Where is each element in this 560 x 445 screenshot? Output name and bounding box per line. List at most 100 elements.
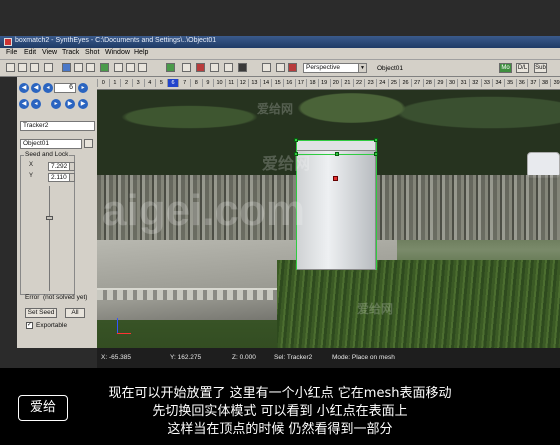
frame-tick[interactable]: 24: [376, 79, 388, 87]
coord-icon[interactable]: [126, 63, 135, 72]
first-frame-icon[interactable]: ◀: [19, 83, 29, 93]
prev-frame-icon[interactable]: ◂: [43, 83, 53, 93]
spinner-icon[interactable]: [69, 163, 74, 170]
frame-tick[interactable]: 14: [259, 79, 272, 87]
mode-button-mo[interactable]: Mo: [499, 63, 512, 73]
open-icon[interactable]: [18, 63, 27, 72]
move-icon[interactable]: [166, 63, 175, 72]
frame-tick[interactable]: 18: [306, 79, 318, 87]
mesh-vertex[interactable]: [374, 138, 378, 142]
frame-tick[interactable]: 3: [131, 79, 144, 87]
spinner-icon[interactable]: [69, 174, 74, 181]
frame-tick[interactable]: 6: [166, 79, 179, 87]
tracker-point[interactable]: [333, 176, 338, 181]
seed-x-input[interactable]: 7.292: [48, 162, 75, 171]
menu-edit[interactable]: Edit: [24, 49, 36, 56]
frame-tick[interactable]: 35: [503, 79, 516, 87]
scale-icon[interactable]: [224, 63, 233, 72]
menu-window[interactable]: Window: [105, 49, 130, 56]
object-picker-icon[interactable]: [84, 139, 93, 148]
frame-tick[interactable]: 2: [120, 79, 132, 87]
frame-tick[interactable]: 23: [364, 79, 376, 87]
lock-icon[interactable]: [238, 63, 247, 72]
frame-tick[interactable]: 5: [155, 79, 167, 87]
cut-icon[interactable]: [74, 63, 83, 72]
mode-button-dl[interactable]: D/L: [516, 63, 529, 73]
all-button[interactable]: All: [65, 308, 85, 318]
frame-tick[interactable]: 37: [527, 79, 539, 87]
new-icon[interactable]: [6, 63, 15, 72]
frame-tick[interactable]: 7: [178, 79, 190, 87]
tracker-name-input[interactable]: Tracker2: [20, 121, 95, 131]
frame-tick[interactable]: 39: [550, 79, 560, 87]
frame-tick[interactable]: 16: [283, 79, 295, 87]
forward-key-icon[interactable]: ▸: [51, 99, 61, 109]
mesh-vertex[interactable]: [335, 152, 339, 156]
rotate-icon[interactable]: [182, 63, 191, 72]
frame-tick[interactable]: 17: [294, 79, 307, 87]
frame-tick[interactable]: 13: [248, 79, 260, 87]
frame-tick[interactable]: 11: [224, 79, 237, 87]
seed-slider-track[interactable]: [49, 186, 50, 291]
save-icon[interactable]: [30, 63, 39, 72]
frame-tick[interactable]: 10: [213, 79, 225, 87]
frame-tick[interactable]: 21: [341, 79, 353, 87]
seed-y-input[interactable]: 2.110: [48, 173, 75, 182]
frame-tick[interactable]: 9: [201, 79, 214, 87]
play-icon[interactable]: ▶: [65, 99, 75, 109]
frame-tick[interactable]: 0: [97, 79, 109, 87]
track-icon[interactable]: [100, 63, 109, 72]
next-frame-icon[interactable]: ▸: [78, 83, 88, 93]
perspective-viewport[interactable]: 爱给网 爱给网 aigei.com 爱给网: [97, 90, 560, 348]
frame-number-input[interactable]: 6: [54, 83, 76, 93]
mesh-icon[interactable]: [138, 63, 147, 72]
seed-slider-handle[interactable]: [46, 216, 53, 220]
frame-tick[interactable]: 31: [457, 79, 469, 87]
frame-tick[interactable]: 28: [422, 79, 435, 87]
arrow-right-icon[interactable]: [262, 63, 271, 72]
play-back-icon[interactable]: ◀: [19, 99, 29, 109]
set-seed-button[interactable]: Set Seed: [25, 308, 57, 318]
frame-tick[interactable]: 32: [469, 79, 481, 87]
undo-icon[interactable]: [44, 63, 53, 72]
zoom-icon[interactable]: [86, 63, 95, 72]
frame-tick[interactable]: 29: [434, 79, 446, 87]
last-frame-icon[interactable]: ▶: [78, 99, 88, 109]
lasso-icon[interactable]: [210, 63, 219, 72]
mesh-vertex[interactable]: [374, 152, 378, 156]
stop-icon[interactable]: [288, 63, 297, 72]
menu-file[interactable]: File: [6, 49, 17, 56]
frame-tick[interactable]: 25: [387, 79, 400, 87]
frame-tick[interactable]: 27: [410, 79, 423, 87]
frame-tick[interactable]: 8: [190, 79, 202, 87]
mesh-vertex[interactable]: [294, 138, 298, 142]
back-key-icon[interactable]: ◂: [31, 99, 41, 109]
frame-tick[interactable]: 33: [480, 79, 493, 87]
frame-tick[interactable]: 36: [515, 79, 528, 87]
frame-tick[interactable]: 20: [329, 79, 342, 87]
frame-tick[interactable]: 38: [538, 79, 551, 87]
solve-icon[interactable]: [114, 63, 123, 72]
menu-track[interactable]: Track: [62, 49, 79, 56]
frame-tick[interactable]: 15: [271, 79, 283, 87]
frame-tick[interactable]: 4: [143, 79, 156, 87]
frame-ruler[interactable]: 0 1 2 3 4 5 6 7 8 9 10 11 12 13 14 15 16 17 18 19 20 21 22 23 24…: [97, 77, 560, 90]
frame-tick[interactable]: 1: [108, 79, 121, 87]
record-icon[interactable]: [196, 63, 205, 72]
mode-button-sub[interactable]: Sub: [534, 63, 547, 73]
frame-tick[interactable]: 26: [399, 79, 411, 87]
frame-tick[interactable]: 19: [317, 79, 330, 87]
marker-icon[interactable]: [276, 63, 285, 72]
menu-shot[interactable]: Shot: [85, 49, 99, 56]
view-select[interactable]: Perspective ▼: [303, 63, 367, 73]
frame-tick[interactable]: 30: [445, 79, 458, 87]
object-select[interactable]: Object01: [20, 139, 82, 149]
frame-tick[interactable]: 34: [492, 79, 504, 87]
prev-key-icon[interactable]: ◀: [31, 83, 41, 93]
frame-tick[interactable]: 22: [352, 79, 365, 87]
camera-icon[interactable]: [62, 63, 71, 72]
menu-view[interactable]: View: [42, 49, 57, 56]
exportable-checkbox[interactable]: ✓: [26, 322, 33, 329]
menu-help[interactable]: Help: [134, 49, 148, 56]
frame-tick[interactable]: 12: [236, 79, 249, 87]
